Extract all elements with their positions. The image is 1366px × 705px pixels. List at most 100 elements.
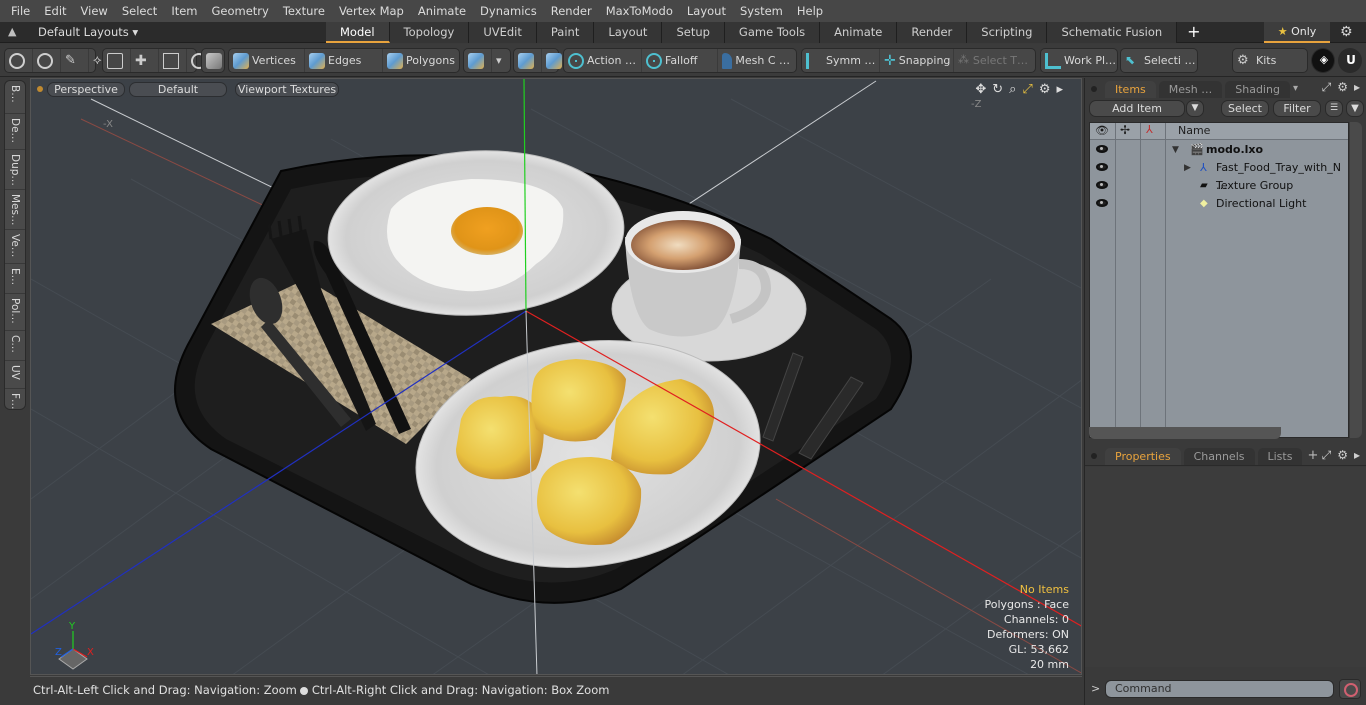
3d-viewport[interactable]: Perspective Default Viewport Textures -X… [30,78,1082,675]
tab-lists[interactable]: Lists [1257,448,1303,465]
filter-button[interactable]: Filter [1273,100,1321,117]
menu-maxtomodo[interactable]: MaxToModo [599,0,680,22]
unity-button[interactable]: ◈ [1312,49,1339,72]
tree-row-light[interactable]: ◆ Directional Light [1090,195,1348,213]
maximize-arrows-icon[interactable]: ⤢ [1022,82,1032,97]
shading-style-button[interactable]: Default [129,82,227,97]
list-options-icon[interactable]: ☰ [1325,100,1343,117]
select-button[interactable]: Select [1221,100,1269,117]
symmetry-button[interactable]: Symm … [802,49,880,72]
locator-column-icon[interactable]: ⅄ [1146,123,1153,136]
add-item-dropdown-arrow[interactable]: ▼ [1186,100,1204,117]
properties-arrow-icon[interactable]: ▸ [1354,448,1360,463]
zoom-magnifier-icon[interactable]: ⌕ [1009,82,1016,97]
tab-topology[interactable]: Topology [389,22,470,43]
polygons-mode-button[interactable]: Polygons [383,49,459,72]
tab-properties[interactable]: Properties [1105,448,1181,465]
add-panel-tab-button[interactable]: + [1307,448,1318,463]
menu-animate[interactable]: Animate [411,0,473,22]
left-tab-basic[interactable]: B… [5,81,25,114]
pan-move-icon[interactable]: ✥ [975,82,986,97]
layout-up-arrow-icon[interactable]: ▲ [8,25,22,39]
panel-tabs-dropdown-icon[interactable]: ▾ [1293,83,1298,94]
panel-gear-icon[interactable]: ⚙ [1337,80,1348,95]
tab-render[interactable]: Render [897,22,968,43]
align-button[interactable] [103,49,131,72]
edges-mode-button[interactable]: Edges [305,49,383,72]
item-list-vertical-scrollbar[interactable] [1350,122,1362,438]
square-circle-button[interactable] [159,49,187,72]
expand-arrow-icon[interactable]: ▼ [1172,141,1179,159]
viewport-textures-button[interactable]: Viewport Textures [235,82,339,97]
visibility-eye-icon[interactable] [1096,145,1108,153]
transform-gizmo-button[interactable] [514,49,542,72]
menu-system[interactable]: System [733,0,790,22]
funnel-filter-icon[interactable]: ▼ [1346,100,1364,117]
menu-view[interactable]: View [74,0,115,22]
menu-help[interactable]: Help [790,0,830,22]
tree-row-mesh[interactable]: ▶ ⅄ Fast_Food_Tray_with_N … [1090,159,1348,192]
only-toggle-button[interactable]: ★ Only [1264,22,1330,43]
tab-setup[interactable]: Setup [662,22,725,43]
tab-animate[interactable]: Animate [820,22,898,43]
snapping-button[interactable]: ✛ Snapping [880,49,954,72]
menu-texture[interactable]: Texture [276,0,332,22]
tree-row-scene[interactable]: ▼ 🎬 modo.lxo [1090,141,1348,159]
viewport-play-arrow-icon[interactable]: ▸ [1056,82,1063,97]
item-list-horizontal-scrollbar[interactable] [1089,427,1281,439]
left-tab-curve[interactable]: C… [5,331,25,361]
tab-schematic-fusion[interactable]: Schematic Fusion [1047,22,1178,43]
menu-geometry[interactable]: Geometry [205,0,276,22]
menu-file[interactable]: File [4,0,37,22]
visibility-column-eye-icon[interactable]: 👁 [1095,124,1109,137]
tab-channels[interactable]: Channels [1183,448,1255,465]
tab-uvedit[interactable]: UVEdit [469,22,537,43]
action-center-button[interactable]: Action … [564,49,642,72]
gear-icon[interactable]: ⚙ [1340,24,1353,40]
visibility-eye-icon[interactable] [1096,163,1108,171]
left-tab-vertex[interactable]: Ve… [5,230,25,264]
mesh-constraint-button[interactable]: Mesh C … [718,49,794,72]
default-layouts-dropdown[interactable]: Default Layouts ▾ [38,22,138,43]
left-tab-mesh-edit[interactable]: Mes… [5,190,25,230]
vertices-mode-button[interactable]: Vertices [229,49,305,72]
properties-panel-dot[interactable] [1091,453,1097,459]
command-history-button[interactable] [1339,679,1361,699]
unreal-button[interactable]: U [1339,49,1366,72]
tab-scripting[interactable]: Scripting [967,22,1048,43]
items-panel-dot[interactable] [1091,86,1097,92]
visibility-eye-icon[interactable] [1096,181,1108,189]
menu-select[interactable]: Select [115,0,164,22]
left-tab-fusion[interactable]: F… [5,389,25,419]
work-plane-button[interactable]: Work Pl… [1041,49,1120,72]
menu-render[interactable]: Render [544,0,599,22]
panel-arrow-icon[interactable]: ▸ [1354,80,1360,95]
rotate-icon[interactable]: ↻ [992,82,1003,97]
properties-gear-icon[interactable]: ⚙ [1337,448,1348,463]
tab-items[interactable]: Items [1105,81,1156,98]
tab-model[interactable]: Model [326,22,390,43]
left-tab-deform[interactable]: De… [5,114,25,150]
item-mode-button[interactable] [202,49,229,72]
select-circle-button[interactable] [5,49,33,72]
falloff-button[interactable]: Falloff [642,49,718,72]
add-item-button[interactable]: Add Item [1089,100,1185,117]
viewport-menu-dot[interactable] [37,86,43,92]
properties-expand-icon[interactable]: ⤢ [1322,448,1332,463]
menu-item[interactable]: Item [164,0,204,22]
lock-column-icon[interactable]: ✢ [1120,123,1130,137]
name-column-header[interactable]: Name [1178,124,1210,137]
left-tab-edge[interactable]: E… [5,264,25,294]
pen-button[interactable]: ✎ [61,49,89,72]
view-type-button[interactable]: Perspective [47,82,125,97]
visibility-eye-icon[interactable] [1096,199,1108,207]
uv-unwrap-button[interactable]: ✚ [131,49,159,72]
tab-shading[interactable]: Shading [1225,81,1290,98]
select-through-button[interactable]: ⁂ Select T… [954,49,1032,72]
left-tab-uv[interactable]: UV [5,361,25,389]
left-tab-polygon[interactable]: Pol… [5,294,25,331]
left-tab-duplicate[interactable]: Dup… [5,150,25,190]
command-input[interactable]: Command [1105,680,1334,698]
menu-edit[interactable]: Edit [37,0,73,22]
kits-button[interactable]: ⚙ Kits [1233,49,1280,72]
